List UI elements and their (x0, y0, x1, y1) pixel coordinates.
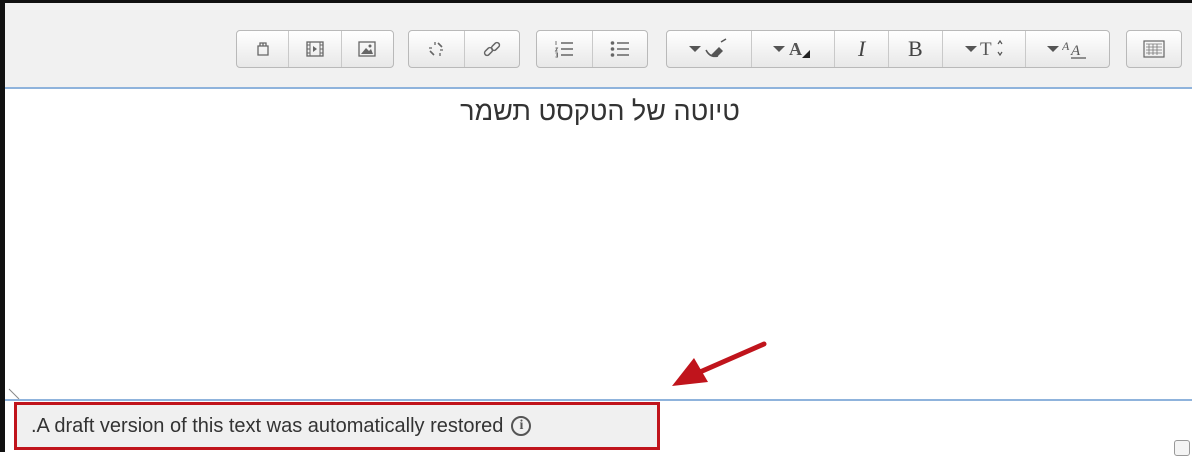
media-button-group (236, 30, 394, 68)
chevron-down-icon (964, 46, 977, 52)
font-color-icon: A (788, 38, 812, 60)
draft-restored-notice: .A draft version of this text was automa… (14, 402, 660, 450)
list-button-group (536, 30, 648, 68)
image-button[interactable] (340, 31, 393, 67)
svg-text:T: T (980, 39, 992, 60)
media-icon (306, 41, 324, 57)
link-button-group (408, 30, 520, 68)
unlink-button[interactable] (409, 31, 464, 67)
image-icon (358, 41, 376, 57)
annotation-arrow-icon (672, 341, 767, 386)
svg-text:A: A (1070, 43, 1081, 59)
italic-button[interactable]: I (834, 31, 888, 67)
resize-handle-icon[interactable] (8, 388, 20, 400)
svg-text:A: A (789, 39, 802, 59)
editor-bottom-border (5, 399, 1192, 401)
unordered-list-icon (610, 40, 630, 58)
toolbar-toggle-button[interactable] (1127, 31, 1181, 67)
notice-text: .A draft version of this text was automa… (31, 414, 504, 437)
link-button[interactable] (463, 31, 519, 67)
text-editor-area[interactable] (5, 89, 1192, 399)
editor-content: טיוטה של הטקסט תשמר (460, 96, 740, 126)
font-size-icon: T (980, 38, 1004, 60)
ordered-list-button[interactable] (537, 31, 592, 67)
toolbar-toggle-group (1126, 30, 1182, 68)
unordered-list-button[interactable] (591, 31, 647, 67)
media-button[interactable] (288, 31, 340, 67)
bold-button[interactable]: B (888, 31, 942, 67)
chevron-down-icon (689, 46, 702, 52)
clear-formatting-icon (704, 38, 728, 60)
unlink-icon (426, 39, 446, 59)
manage-files-button[interactable] (237, 31, 288, 67)
info-icon[interactable]: i (511, 416, 532, 436)
font-style-icon: AA (1062, 38, 1088, 60)
link-icon (482, 39, 502, 59)
checkbox[interactable] (1174, 440, 1190, 456)
format-button-group: A I B T AA (666, 30, 1110, 68)
clear-formatting-button[interactable] (667, 31, 751, 67)
font-size-button[interactable]: T (941, 31, 1026, 67)
chevron-down-icon (773, 46, 786, 52)
font-color-button[interactable]: A (750, 31, 835, 67)
font-style-button[interactable]: AA (1025, 31, 1109, 67)
chevron-down-icon (1047, 46, 1060, 52)
ordered-list-icon (554, 40, 574, 58)
manage-files-icon (255, 41, 271, 57)
toolbar-toggle-icon (1143, 40, 1165, 58)
svg-text:A: A (1062, 39, 1070, 53)
